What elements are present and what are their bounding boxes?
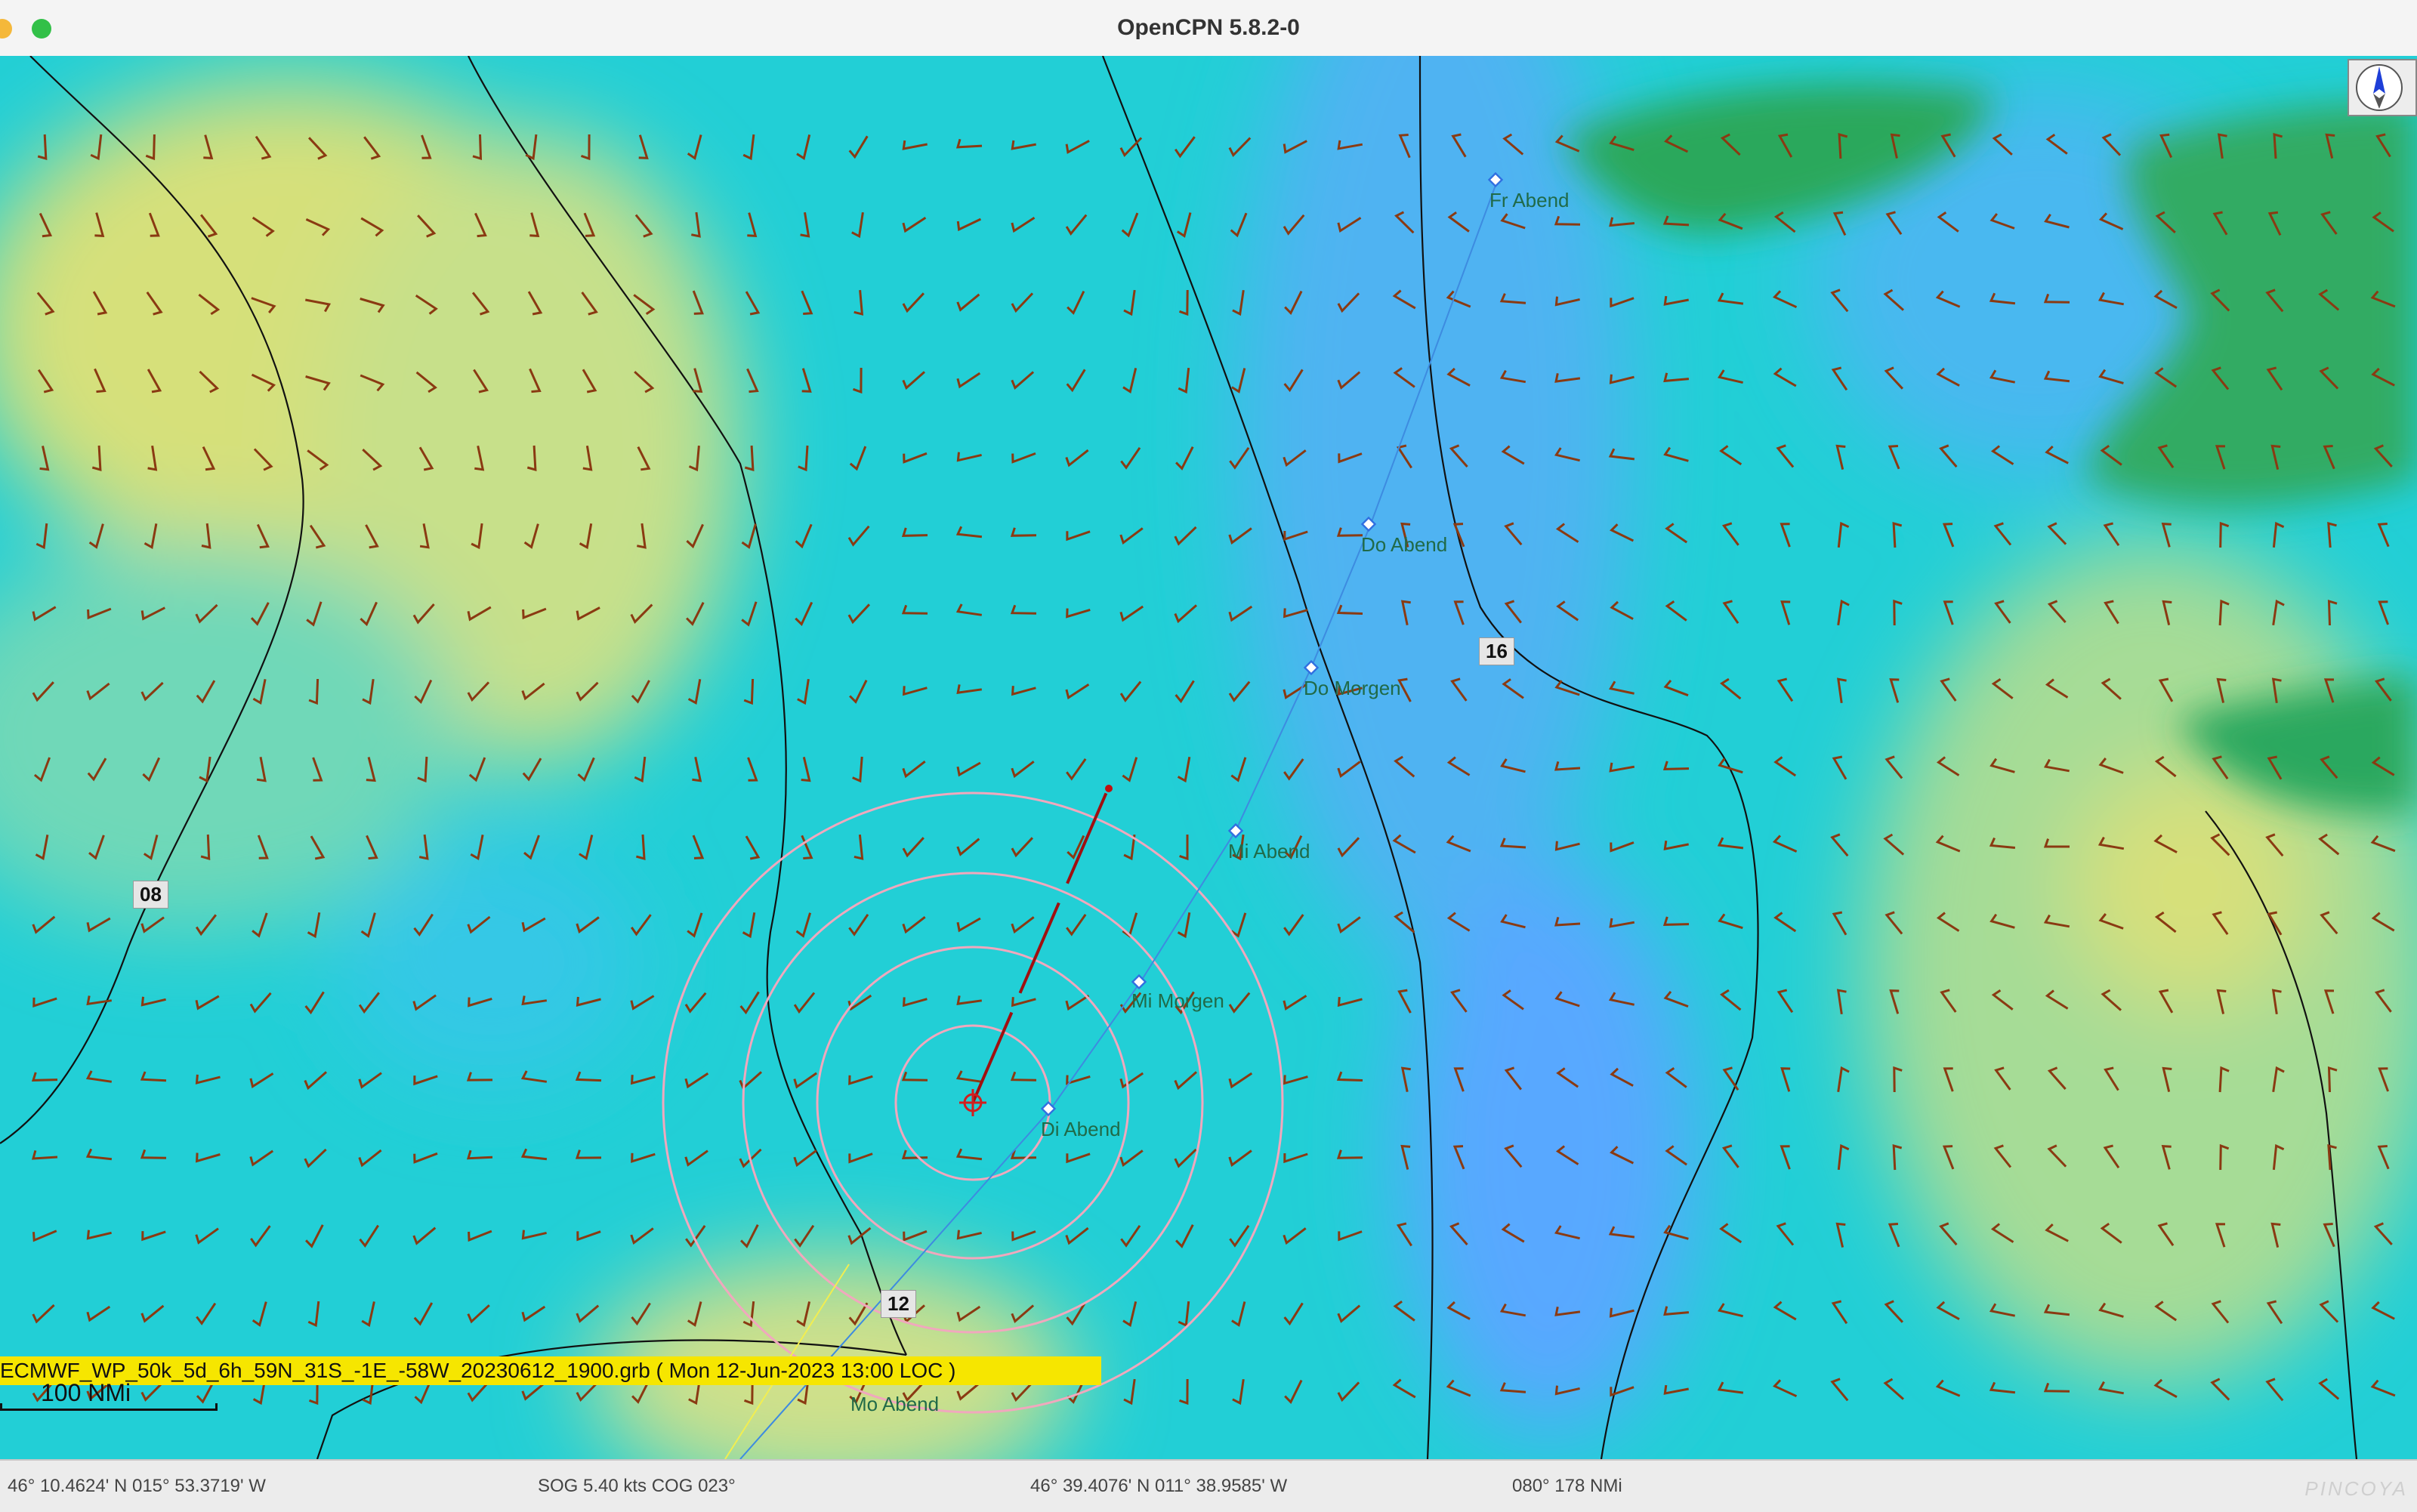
waypoint-label[interactable]: Mi Morgen <box>1131 989 1224 1013</box>
waypoint-label[interactable]: Mi Abend <box>1228 840 1310 863</box>
status-bar: 46° 10.4624' N 015° 53.3719' W SOG 5.40 … <box>0 1459 2417 1512</box>
wind-overlay-map[interactable] <box>0 56 2417 1459</box>
grib-file-banner: ECMWF_WP_50k_5d_6h_59N_31S_-1E_-58W_2023… <box>0 1356 1101 1385</box>
bearing-distance: 080° 178 NMi <box>1512 1476 1622 1496</box>
ownship-position: 46° 10.4624' N 015° 53.3719' W <box>8 1476 266 1496</box>
waypoint-label[interactable]: Fr Abend <box>1489 189 1570 212</box>
isobar-label: 12 <box>881 1290 916 1318</box>
waypoint-label[interactable]: Mo Abend <box>850 1393 939 1416</box>
scale-bar <box>0 1403 218 1411</box>
title-bar: OpenCPN 5.8.2-0 <box>0 0 2417 57</box>
cursor-position: 46° 39.4076' N 011° 38.9585' W <box>1030 1476 1288 1496</box>
waypoint-label[interactable]: Do Morgen <box>1304 677 1401 700</box>
waypoint-label[interactable]: Di Abend <box>1041 1118 1121 1141</box>
watermark: PINCOYA <box>2304 1477 2408 1500</box>
waypoint-label[interactable]: Do Abend <box>1361 533 1447 557</box>
isobar-label: 08 <box>133 881 168 909</box>
heading-tip <box>1105 785 1113 792</box>
chart-canvas[interactable]: Fr Abend Do Abend Do Morgen Mi Abend Mi … <box>0 56 2417 1459</box>
compass-icon[interactable] <box>2348 59 2417 116</box>
sog-cog-readout: SOG 5.40 kts COG 023° <box>538 1476 736 1496</box>
window-title: OpenCPN 5.8.2-0 <box>1117 15 1300 40</box>
isobar-label: 16 <box>1479 637 1514 665</box>
